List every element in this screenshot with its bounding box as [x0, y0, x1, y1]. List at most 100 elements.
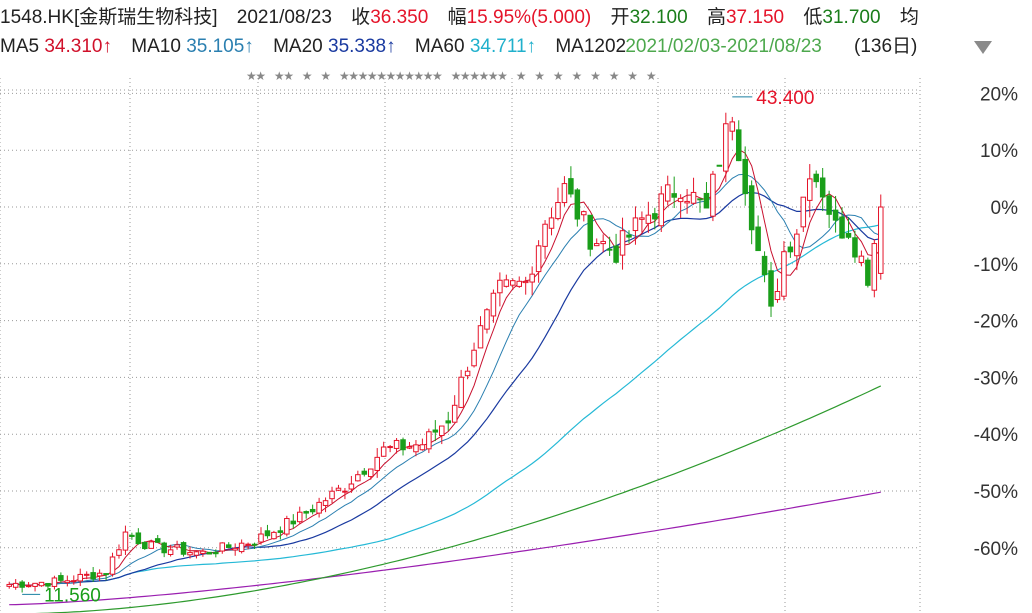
candle-body-up	[316, 501, 322, 514]
event-star-icon: ★	[590, 69, 601, 83]
event-star-icon: ★	[534, 69, 545, 83]
candle-body-down	[103, 573, 109, 576]
candle-body-up	[451, 404, 458, 423]
candle-body-down	[832, 209, 839, 221]
candle-body-up	[77, 573, 84, 582]
candle-body-down	[703, 192, 710, 209]
event-star-icon: ★	[283, 69, 294, 83]
candlestick-chart[interactable]: ★★ ★★ ★ ★ ★★★★★★★★★★★ ★★★★★★ ★ ★ ★ ★ ★ ★ ★ ★ 20%10%0%…	[0, 0, 1032, 613]
candle-body-up	[690, 191, 697, 204]
candle-body-down	[135, 532, 142, 545]
event-star-icon: ★	[432, 69, 443, 83]
candle-body-up	[342, 490, 348, 493]
candle-body-up	[329, 490, 335, 500]
candle-body-up	[238, 542, 245, 553]
candle-body-down	[865, 259, 871, 286]
candle-body-up	[464, 370, 471, 377]
candle-body-down	[309, 508, 316, 513]
candle-body-up	[374, 456, 380, 471]
y-axis-labels: 20% 10% 0% -10% -20% -30% -40% -50% -60%	[974, 84, 1018, 559]
y-axis-label: -10%	[974, 255, 1018, 276]
candle-body-down	[574, 189, 581, 220]
candle-body-up	[684, 200, 690, 204]
candle-body-down	[290, 520, 297, 525]
event-star-icon: ★	[516, 69, 527, 83]
event-star-icon: ★	[646, 69, 657, 83]
ma20-line	[9, 191, 881, 586]
candle-body-up	[542, 223, 548, 247]
candle-body-down	[568, 178, 574, 195]
candle-body-up	[122, 531, 129, 551]
candle-body-up	[490, 292, 497, 317]
y-axis-label: -50%	[974, 482, 1018, 503]
candle-body-down	[277, 530, 284, 533]
candle-body-down	[845, 232, 852, 238]
candle-body-down	[735, 129, 742, 162]
candle-body-up	[555, 202, 561, 220]
candle-body-down	[626, 234, 632, 238]
candle-body-down	[19, 581, 25, 588]
candle-body-down	[90, 572, 96, 580]
candle-body-up	[593, 243, 600, 247]
candle-body-down	[813, 173, 819, 183]
y-axis-label: -60%	[974, 539, 1018, 560]
candle-body-up	[794, 233, 800, 257]
candle-body-up	[878, 206, 884, 274]
candle-body-down	[251, 543, 258, 546]
candle-body-up	[426, 431, 432, 450]
candle-body-up	[406, 446, 413, 449]
candle-body-up	[245, 543, 251, 546]
candle-body-up	[83, 573, 90, 576]
candle-body-down	[748, 185, 755, 231]
candle-body-up	[484, 309, 490, 330]
candle-body-up	[619, 230, 626, 256]
candle-body-up	[413, 444, 419, 453]
candle-body-down	[768, 270, 774, 307]
event-star-icon: ★	[255, 69, 266, 83]
candle-body-up	[658, 193, 665, 227]
candle-body-down	[432, 429, 439, 433]
candle-body-up	[387, 446, 393, 449]
candle-body-down	[180, 542, 187, 555]
candle-body-down	[826, 195, 832, 215]
candle-body-down	[761, 255, 768, 276]
candle-body-down	[161, 542, 167, 554]
candle-body-up	[723, 123, 729, 172]
candle-body-up	[258, 533, 264, 543]
candle-body-down	[697, 198, 703, 201]
candle-body-down	[264, 530, 271, 537]
event-star-icon: ★	[553, 69, 564, 83]
y-axis-label: -40%	[974, 425, 1018, 446]
low-annotation: 11.560	[44, 585, 101, 606]
candle-body-up	[561, 183, 568, 204]
event-star-icon: ★	[302, 69, 313, 83]
candle-body-up	[800, 196, 807, 228]
candle-body-down	[852, 237, 858, 258]
candle-body-down	[606, 248, 613, 251]
candle-body-up	[174, 544, 180, 548]
candle-body-up	[439, 425, 445, 437]
candle-body-up	[458, 376, 464, 408]
event-markers: ★★ ★★ ★ ★ ★★★★★★★★★★★ ★★★★★★ ★ ★ ★ ★ ★ ★ ★ ★	[246, 69, 657, 83]
candle-body-down	[652, 213, 658, 220]
candle-body-up	[109, 556, 116, 575]
candle-body-up	[322, 500, 329, 506]
event-star-icon: ★	[572, 69, 583, 83]
ma60-line	[9, 224, 881, 586]
candle-body-down	[154, 538, 161, 543]
candle-body-up	[380, 446, 387, 457]
candle-body-up	[167, 549, 174, 556]
candle-body-down	[819, 177, 826, 198]
candle-body-down	[613, 245, 619, 263]
candle-body-up	[600, 240, 606, 245]
candle-body-down	[716, 164, 723, 167]
candle-body-up	[639, 217, 645, 220]
candle-body-up	[335, 487, 342, 491]
candle-body-up	[510, 280, 516, 286]
candle-body-up	[710, 173, 716, 217]
candle-body-down	[225, 544, 232, 548]
candle-body-up	[516, 280, 523, 287]
ma10-line	[9, 173, 881, 586]
ma120-line	[35, 385, 882, 613]
candle-body-up	[503, 279, 510, 287]
